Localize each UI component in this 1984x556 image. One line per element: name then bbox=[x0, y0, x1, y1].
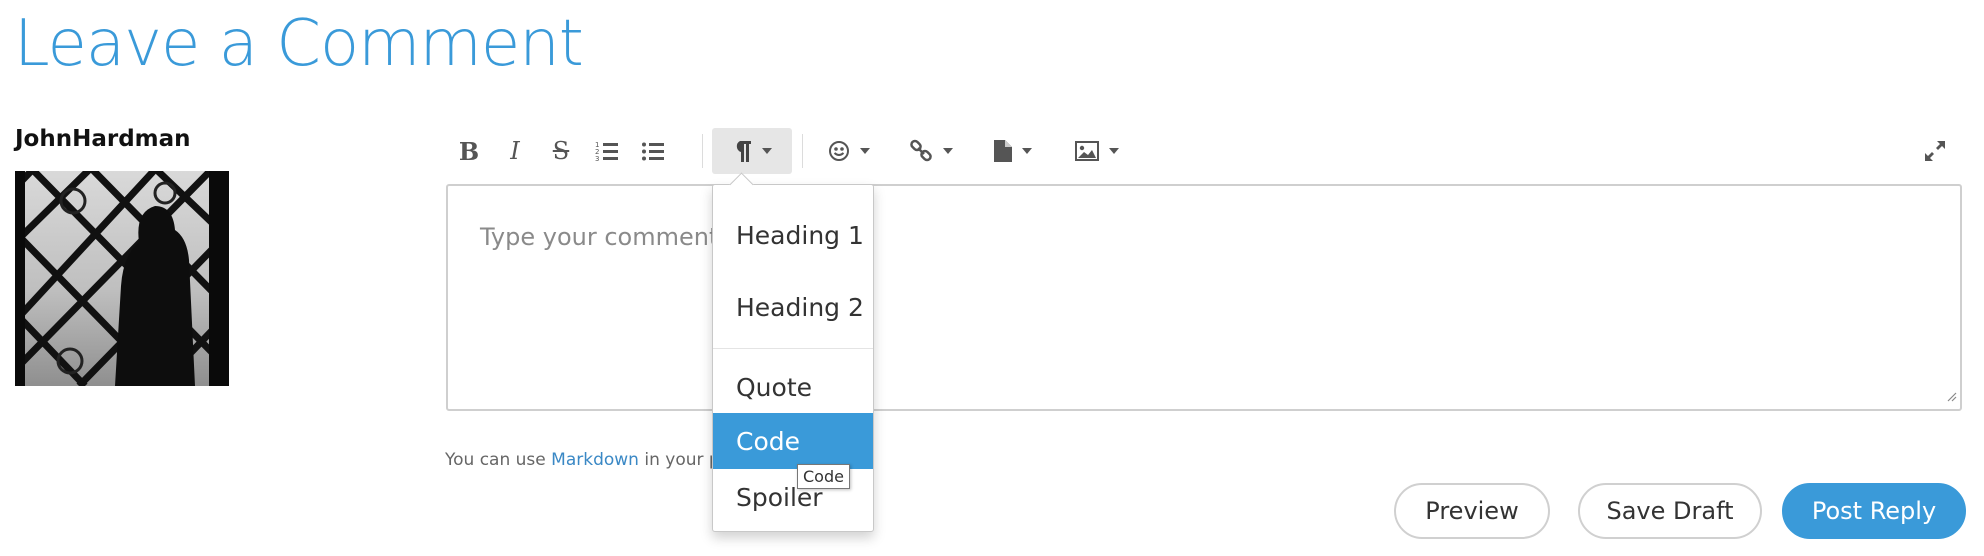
avatar bbox=[15, 171, 229, 386]
strikethrough-icon: S bbox=[552, 137, 570, 165]
link-button[interactable] bbox=[898, 128, 964, 174]
menu-item-quote[interactable]: Quote bbox=[713, 359, 873, 415]
unordered-list-icon bbox=[641, 139, 665, 163]
save-draft-button[interactable]: Save Draft bbox=[1578, 483, 1762, 539]
unordered-list-button[interactable] bbox=[630, 128, 676, 174]
comment-editor[interactable] bbox=[446, 184, 1962, 411]
fullscreen-button[interactable] bbox=[1912, 128, 1958, 174]
image-icon bbox=[1075, 141, 1099, 161]
menu-item-heading-1[interactable]: Heading 1 bbox=[713, 207, 873, 263]
strikethrough-button[interactable]: S bbox=[538, 128, 584, 174]
file-button[interactable] bbox=[980, 128, 1046, 174]
emoji-icon bbox=[828, 140, 850, 162]
bold-button[interactable]: B bbox=[446, 128, 492, 174]
help-prefix: You can use bbox=[445, 450, 552, 470]
chevron-down-icon bbox=[943, 148, 953, 154]
chevron-down-icon bbox=[762, 148, 772, 154]
preview-button[interactable]: Preview bbox=[1394, 483, 1550, 539]
svg-text:3: 3 bbox=[595, 155, 599, 163]
toolbar-divider bbox=[702, 134, 703, 168]
bold-icon: B bbox=[458, 136, 480, 166]
editor-toolbar: B I S 1 2 3 bbox=[446, 128, 1964, 174]
code-tooltip: Code bbox=[797, 464, 850, 489]
dropdown-arrow bbox=[729, 172, 754, 197]
markdown-link[interactable]: Markdown bbox=[551, 450, 639, 470]
comment-textarea[interactable] bbox=[448, 186, 1960, 409]
page-title: Leave a Comment bbox=[14, 7, 584, 81]
ordered-list-icon: 1 2 3 bbox=[595, 139, 619, 163]
file-icon bbox=[994, 140, 1012, 162]
paragraph-format-button[interactable] bbox=[712, 128, 792, 174]
fullscreen-icon bbox=[1923, 139, 1947, 163]
chevron-down-icon bbox=[860, 148, 870, 154]
image-button[interactable] bbox=[1064, 128, 1130, 174]
menu-divider bbox=[713, 348, 873, 349]
menu-item-heading-2[interactable]: Heading 2 bbox=[713, 279, 873, 335]
italic-icon: I bbox=[510, 137, 520, 165]
emoji-button[interactable] bbox=[816, 128, 882, 174]
menu-item-code[interactable]: Code bbox=[713, 413, 873, 469]
chevron-down-icon bbox=[1109, 148, 1119, 154]
toolbar-divider bbox=[802, 134, 803, 168]
username: JohnHardman bbox=[15, 126, 191, 152]
post-reply-button[interactable]: Post Reply bbox=[1782, 483, 1966, 539]
markdown-help: You can use Markdown in your po bbox=[445, 450, 730, 470]
ordered-list-button[interactable]: 1 2 3 bbox=[584, 128, 630, 174]
link-icon bbox=[909, 139, 933, 163]
resize-handle-icon[interactable] bbox=[1945, 387, 1957, 406]
chevron-down-icon bbox=[1022, 148, 1032, 154]
paragraph-icon bbox=[732, 139, 752, 163]
italic-button[interactable]: I bbox=[492, 128, 538, 174]
